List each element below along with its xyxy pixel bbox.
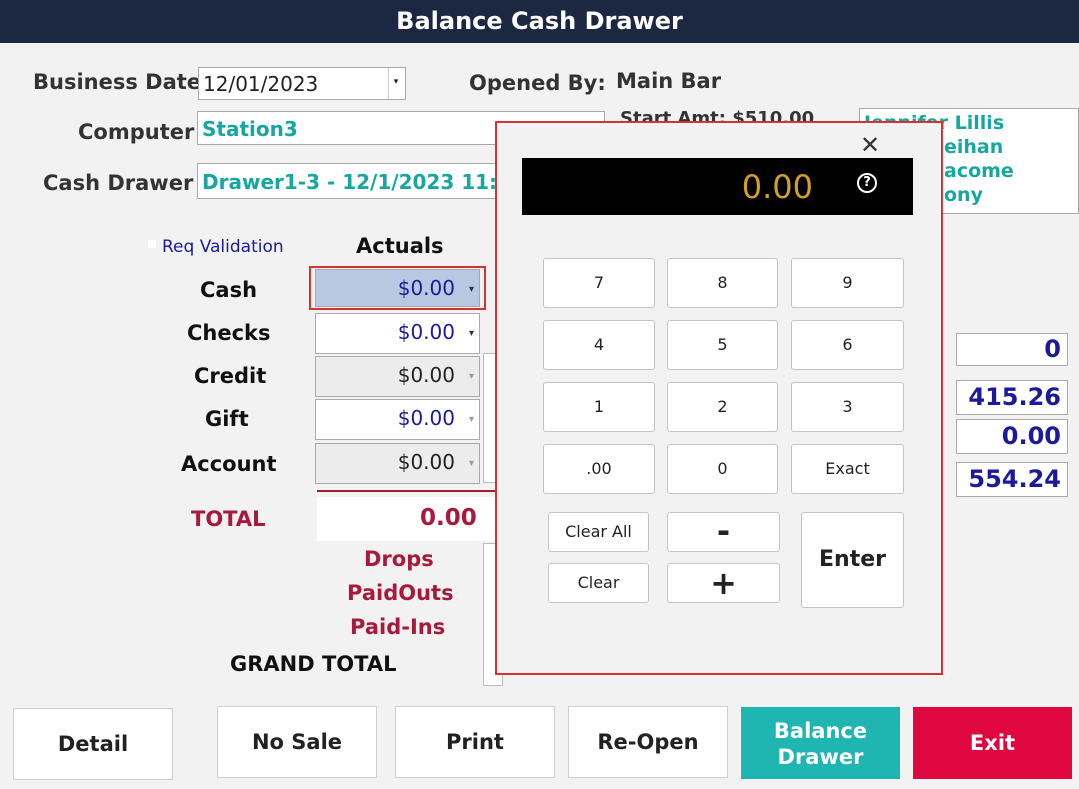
checks-actual-input[interactable]: $0.00 ▾ [315, 313, 480, 354]
cash-dropdown-icon[interactable]: ▾ [469, 270, 474, 310]
key-2[interactable]: 2 [667, 382, 778, 432]
detail-button[interactable]: Detail [13, 708, 173, 780]
enter-button[interactable]: Enter [801, 512, 904, 608]
total-divider [317, 490, 499, 492]
key-5[interactable]: 5 [667, 320, 778, 370]
account-actual-value: $0.00 [397, 450, 455, 474]
clear-all-button[interactable]: Clear All [548, 512, 649, 552]
key-9[interactable]: 9 [791, 258, 904, 308]
business-date-value: 12/01/2023 [203, 72, 319, 96]
print-button[interactable]: Print [395, 706, 555, 778]
balance-drawer-line1: Balance [773, 719, 868, 743]
business-date-field[interactable]: 12/01/2023 ▾ [198, 67, 406, 100]
right-value-1: 415.26 [956, 380, 1068, 415]
key-double-zero[interactable]: .00 [543, 444, 655, 494]
credit-label: Credit [194, 364, 267, 388]
plus-button[interactable]: + [667, 563, 780, 603]
keypad-display-value: 0.00 [741, 168, 813, 206]
right-value-2: 0.00 [956, 419, 1068, 454]
account-label: Account [181, 452, 277, 476]
minus-button[interactable]: - [667, 512, 780, 552]
keypad-popup: ✕ 0.00 ? 7 8 9 4 5 6 1 2 3 .00 0 Exact C… [495, 121, 943, 675]
key-6[interactable]: 6 [791, 320, 904, 370]
close-icon[interactable]: ✕ [860, 131, 880, 159]
key-8[interactable]: 8 [667, 258, 778, 308]
employee-item[interactable]: ony [944, 184, 983, 206]
clear-button[interactable]: Clear [548, 563, 649, 603]
balance-drawer-line2: Drawer [777, 745, 864, 769]
cash-drawer-label: Cash Drawer [43, 171, 194, 195]
key-0[interactable]: 0 [667, 444, 778, 494]
account-actual-input[interactable]: $0.00 ▾ [315, 443, 480, 484]
paidins-label: Paid-Ins [350, 615, 446, 639]
cash-drawer-field[interactable]: Drawer1-3 - 12/1/2023 11:1 [197, 163, 497, 199]
actuals-header: Actuals [356, 234, 444, 258]
key-exact[interactable]: Exact [791, 444, 904, 494]
employee-item[interactable]: acome [944, 160, 1014, 182]
account-dropdown-icon[interactable]: ▾ [469, 444, 474, 484]
drops-label: Drops [364, 547, 434, 571]
no-sale-button[interactable]: No Sale [217, 706, 377, 778]
cash-actual-input[interactable]: $0.00 ▾ [315, 269, 480, 307]
key-1[interactable]: 1 [543, 382, 655, 432]
opened-by-value: Main Bar [616, 69, 722, 93]
credit-actual-value: $0.00 [397, 363, 455, 387]
balance-drawer-button[interactable]: Balance Drawer [741, 707, 900, 779]
exit-button[interactable]: Exit [913, 707, 1072, 779]
credit-actual-input[interactable]: $0.00 ▾ [315, 356, 480, 397]
gift-actual-input[interactable]: $0.00 ▾ [315, 399, 480, 440]
checks-dropdown-icon[interactable]: ▾ [469, 314, 474, 354]
total-value: 0.00 [420, 505, 477, 531]
date-dropdown-icon[interactable]: ▾ [388, 68, 403, 99]
key-3[interactable]: 3 [791, 382, 904, 432]
key-4[interactable]: 4 [543, 320, 655, 370]
req-validation-checkbox[interactable] [148, 240, 156, 248]
gift-dropdown-icon[interactable]: ▾ [469, 400, 474, 440]
paidouts-label: PaidOuts [347, 581, 454, 605]
credit-dropdown-icon[interactable]: ▾ [469, 357, 474, 397]
window-title: Balance Cash Drawer [0, 0, 1079, 43]
checks-actual-value: $0.00 [397, 320, 455, 344]
computer-label: Computer [78, 120, 195, 144]
help-circle-icon[interactable]: ? [857, 173, 877, 193]
key-7[interactable]: 7 [543, 258, 655, 308]
keypad-display: 0.00 ? [522, 158, 913, 215]
checks-label: Checks [187, 321, 271, 345]
total-label: TOTAL [191, 507, 266, 531]
right-value-0: 0 [956, 333, 1068, 366]
opened-by-label: Opened By: [469, 71, 606, 95]
reopen-button[interactable]: Re-Open [568, 706, 728, 778]
gift-actual-value: $0.00 [397, 406, 455, 430]
employee-item[interactable]: eihan [944, 136, 1003, 158]
business-date-label: Business Date [33, 70, 202, 94]
right-value-3: 554.24 [956, 462, 1068, 497]
grand-total-label: GRAND TOTAL [230, 652, 397, 676]
cash-actual-value: $0.00 [397, 276, 455, 300]
gift-label: Gift [205, 407, 249, 431]
cash-label: Cash [200, 278, 258, 302]
req-validation-label: Req Validation [162, 237, 284, 257]
